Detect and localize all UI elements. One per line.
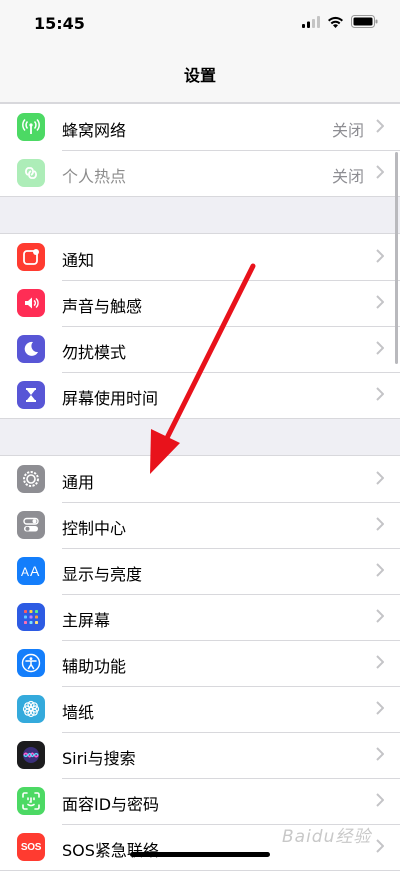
row-separator [62, 280, 400, 281]
row-label: 主屏幕 [62, 611, 111, 630]
gear-icon [17, 465, 45, 493]
svg-text:A: A [21, 565, 29, 579]
chevron-right-icon [376, 701, 384, 715]
status-bar: 15:45 [0, 0, 400, 50]
row-home-screen[interactable]: 主屏幕 [0, 594, 400, 640]
home-grid-icon [17, 603, 45, 631]
row-separator [62, 502, 400, 503]
row-personal-hotspot[interactable]: 个人热点 关闭 [0, 150, 400, 196]
row-separator [62, 640, 400, 641]
watermark-logo: Baidu经验 [282, 827, 372, 847]
row-label: 辅助功能 [62, 657, 127, 676]
navigation-bar: 设置 [0, 50, 400, 103]
row-separator [62, 594, 400, 595]
hourglass-icon [17, 381, 45, 409]
row-face-id-passcode[interactable]: 面容ID与密码 [0, 778, 400, 824]
row-separator [62, 150, 400, 151]
row-label: Siri与搜索 [62, 749, 136, 768]
aa-text-icon: AA [17, 557, 45, 585]
notifications-icon [17, 243, 45, 271]
row-control-center[interactable]: 控制中心 [0, 502, 400, 548]
row-do-not-disturb[interactable]: 勿扰模式 [0, 326, 400, 372]
settings-list: 蜂窝网络 关闭 个人热点 关闭 通知 声音与触感 勿扰模式 屏幕使用时间 通用 … [0, 103, 400, 871]
status-icons [302, 15, 378, 28]
svg-text:A: A [30, 563, 40, 579]
page-title: 设置 [183, 66, 216, 85]
row-value: 关闭 [331, 167, 364, 186]
face-id-icon [17, 787, 45, 815]
row-display-brightness[interactable]: AA 显示与亮度 [0, 548, 400, 594]
chevron-right-icon [376, 609, 384, 623]
battery-icon [351, 15, 378, 28]
row-label: SOS紧急联络 [62, 841, 159, 860]
chevron-right-icon [376, 341, 384, 355]
chevron-right-icon [376, 563, 384, 577]
group-alerts: 通知 声音与触感 勿扰模式 屏幕使用时间 [0, 233, 400, 419]
row-accessibility[interactable]: 辅助功能 [0, 640, 400, 686]
chevron-right-icon [376, 471, 384, 485]
row-label: 墙纸 [62, 703, 95, 722]
row-cellular[interactable]: 蜂窝网络 关闭 [0, 104, 400, 150]
speaker-icon [17, 289, 45, 317]
antenna-icon [17, 113, 45, 141]
row-separator [62, 372, 400, 373]
row-label: 屏幕使用时间 [62, 389, 159, 408]
moon-icon [17, 335, 45, 363]
home-indicator[interactable] [130, 852, 270, 857]
toggles-icon [17, 511, 45, 539]
group-network: 蜂窝网络 关闭 个人热点 关闭 [0, 103, 400, 197]
chevron-right-icon [376, 793, 384, 807]
row-notifications[interactable]: 通知 [0, 234, 400, 280]
row-label: 通用 [62, 473, 95, 492]
sos-icon: SOS [17, 833, 45, 861]
chevron-right-icon [376, 119, 384, 133]
row-wallpaper[interactable]: 墙纸 [0, 686, 400, 732]
row-label: 勿扰模式 [62, 343, 127, 362]
flower-icon [17, 695, 45, 723]
wifi-icon [328, 16, 343, 28]
row-label: 个人热点 [62, 167, 127, 186]
sos-glyph: SOS [20, 841, 42, 853]
row-separator [62, 778, 400, 779]
accessibility-icon [17, 649, 45, 677]
row-separator [62, 732, 400, 733]
row-screen-time[interactable]: 屏幕使用时间 [0, 372, 400, 418]
group-general: 通用 控制中心 AA 显示与亮度 主屏幕 辅助功能 墙纸 Siri与搜索 面容I… [0, 455, 400, 871]
siri-icon [17, 741, 45, 769]
row-separator [62, 548, 400, 549]
chevron-right-icon [376, 165, 384, 179]
row-separator [62, 686, 400, 687]
chevron-right-icon [376, 839, 384, 853]
scroll-indicator[interactable] [395, 152, 398, 364]
row-label: 通知 [62, 251, 95, 270]
row-label: 面容ID与密码 [62, 795, 160, 814]
row-sounds-haptics[interactable]: 声音与触感 [0, 280, 400, 326]
chevron-right-icon [376, 747, 384, 761]
row-value: 关闭 [331, 121, 364, 140]
status-time: 15:45 [34, 14, 85, 33]
chevron-right-icon [376, 295, 384, 309]
chevron-right-icon [376, 655, 384, 669]
row-separator [62, 326, 400, 327]
chevron-right-icon [376, 517, 384, 531]
chevron-right-icon [376, 387, 384, 401]
row-label: 控制中心 [62, 519, 127, 538]
chevron-right-icon [376, 249, 384, 263]
row-siri-search[interactable]: Siri与搜索 [0, 732, 400, 778]
signal-icon [302, 15, 320, 28]
row-label: 显示与亮度 [62, 565, 143, 584]
row-general[interactable]: 通用 [0, 456, 400, 502]
row-label: 蜂窝网络 [62, 121, 127, 140]
hotspot-icon [17, 159, 45, 187]
row-label: 声音与触感 [62, 297, 143, 316]
